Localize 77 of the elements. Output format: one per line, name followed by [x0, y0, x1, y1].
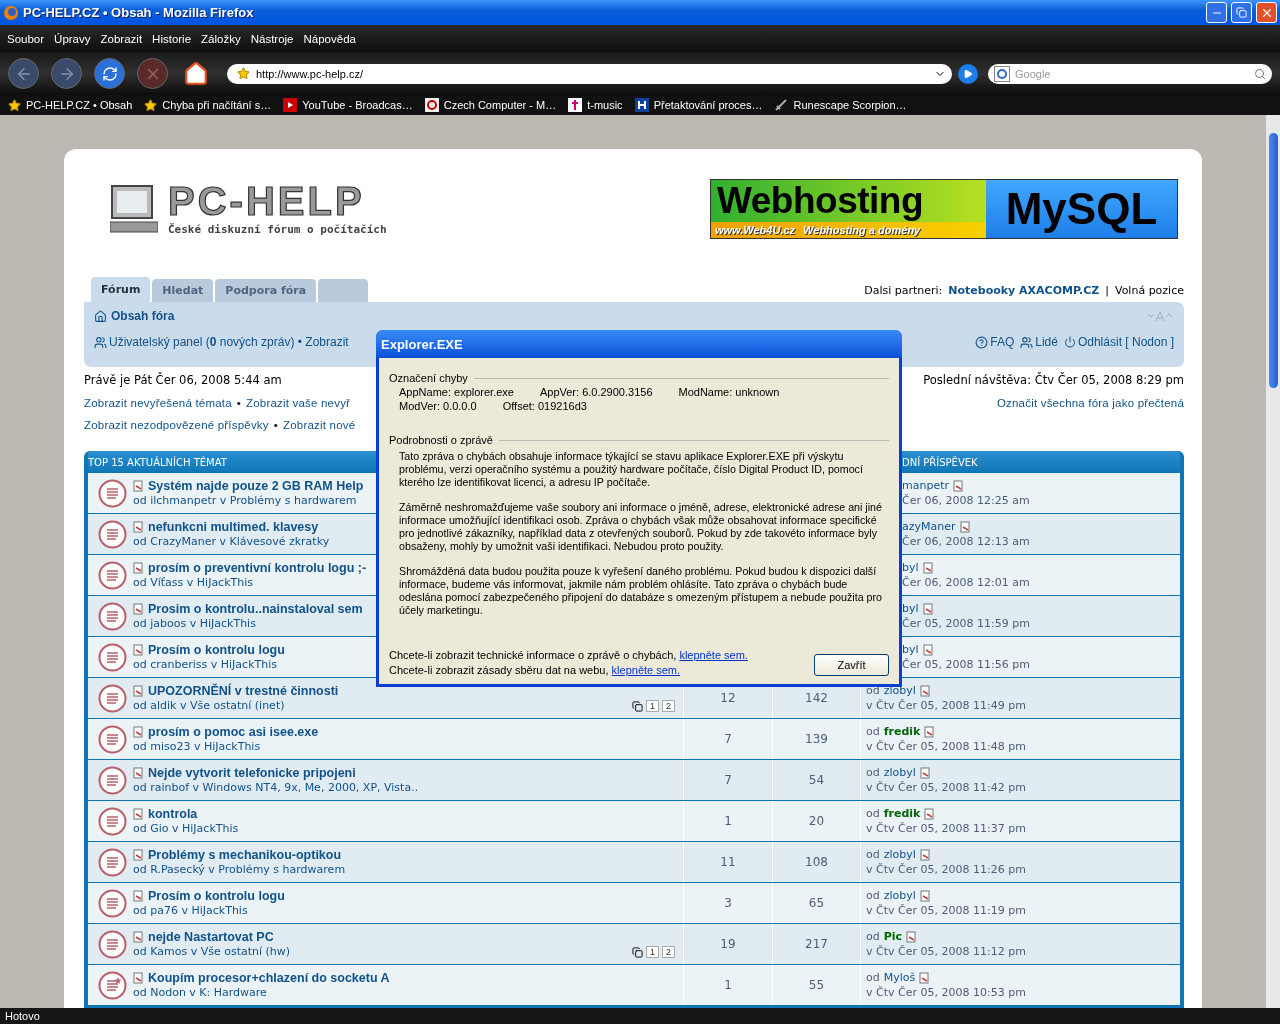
group-title: Podrobnosti o zprávě: [389, 434, 493, 446]
topic-author: od jaboos v HiJackThis: [133, 617, 256, 630]
topic-author: od Kamos v Vše ostatní (hw): [133, 945, 291, 958]
current-time: Právě je Pát Čer 06, 2008 5:44 am: [84, 373, 282, 387]
replies-cell: 19: [684, 924, 773, 964]
replies-cell: 7: [684, 719, 773, 759]
banner-site: www.Web4U.cz: [715, 224, 796, 236]
topic-author: od pa76 v HiJackThis: [133, 904, 248, 917]
group-title: Označení chyby: [389, 372, 468, 384]
dialog-title: Explorer.EXE: [381, 336, 463, 352]
report-paragraph: Shromážděná data budou použita pouze k vyřešení daného problému. Pokud budou k dispozici další informace, budeme vás informovat, jakmile nám problém ohlásíte. Tato zpráva o chybách bude odeslána pomocí zabezpečeného připojení do databáze s omezeným přístupem a nebude použita pro účely marketingu.: [399, 565, 884, 617]
banner-headline: Webhosting: [716, 180, 924, 222]
views-cell: 108: [773, 842, 861, 882]
replies-cell: 3: [684, 883, 773, 923]
topic-author: od ilchmanpetr v Problémy s hardwarem: [133, 494, 357, 507]
by-label: od: [866, 889, 880, 902]
error-field: AppName: explorer.exe: [399, 386, 514, 398]
views-cell: 139: [773, 719, 861, 759]
topic-author: od Nodon v K: Hardware: [133, 986, 267, 999]
by-label: od: [866, 930, 880, 943]
by-label: od: [866, 971, 880, 984]
topic-author: od rainbof v Windows NT4, 9x, Me, 2000, XP, Vista..: [133, 781, 419, 794]
last-post-time: v Čtv Čer 05, 2008 11:26 pm: [866, 863, 1026, 876]
last-post-time: v Čtv Čer 05, 2008 10:53 pm: [866, 986, 1026, 999]
replies-cell: 7: [684, 760, 773, 800]
error-field: ModName: unknown: [678, 386, 780, 398]
separator: |: [1105, 284, 1109, 297]
views-cell: 217: [773, 924, 861, 964]
window-title: PC-HELP.CZ • Obsah - Mozilla Firefox: [23, 5, 255, 20]
separator: •: [236, 397, 241, 409]
views-cell: 54: [773, 760, 861, 800]
error-field: Offset: 019216d3: [502, 400, 587, 412]
info-sentence: Chcete-li zobrazit technické informace o zprávě o chybách, klepněte sem.: [389, 649, 748, 661]
by-label: od: [866, 807, 880, 820]
by-label: od: [866, 725, 880, 738]
tagline: České diskuzní fórum o počítačích: [168, 223, 387, 236]
last-post-time: Čer 05, 2008 11:56 pm: [902, 658, 1030, 671]
banner-product: MySQL: [1005, 184, 1158, 234]
last-post-time: v Čtv Čer 05, 2008 11:42 pm: [866, 781, 1026, 794]
topic-author: od Gio v HiJackThis: [133, 822, 239, 835]
views-cell: 65: [773, 883, 861, 923]
partners-label: Dalsi partneri:: [864, 284, 943, 297]
last-visit: Poslední návštěva: Čtv Čer 05, 2008 8:29 pm: [923, 373, 1184, 387]
by-label: od: [866, 766, 880, 779]
by-label: od: [866, 848, 880, 861]
views-cell: 20: [773, 801, 861, 841]
topic-author: od Víťass v HiJackThis: [133, 576, 254, 589]
views-cell: 55: [773, 965, 861, 1005]
banner-caption: Webhosting a domény: [803, 224, 921, 236]
last-post-time: Čer 05, 2008 11:59 pm: [902, 617, 1030, 630]
topic-author: od aldik v Vše ostatní (inet): [133, 699, 285, 712]
error-field: AppVer: 6.0.2900.3156: [539, 386, 653, 398]
last-post-time: v Čtv Čer 05, 2008 11:48 pm: [866, 740, 1026, 753]
last-post-time: v Čtv Čer 05, 2008 11:12 pm: [866, 945, 1026, 958]
last-post-time: Čer 06, 2008 12:13 am: [902, 535, 1030, 548]
logo-text: PC-HELP: [168, 179, 366, 223]
vacancy-text: Volná pozice: [1114, 284, 1184, 297]
by-label: od: [866, 684, 880, 697]
topic-author: od R.Pasecký v Problémy s hardwarem: [133, 863, 346, 876]
last-post-time: Čer 06, 2008 12:25 am: [902, 494, 1030, 507]
report-paragraph: Tato zpráva o chybách obsahuje informace týkající se stavu aplikace Explorer.EXE při výskytu problému, verzi operačního systému a použitý hardware počítače, číslo Digital Product ID, pomocí kterého lze identifikovat licenci, a adresu IP počítače.: [399, 450, 864, 489]
status-text: Hotovo: [5, 1010, 40, 1022]
info-sentence: Chcete-li zobrazit zásady sběru dat na webu, klepněte sem.: [389, 664, 682, 676]
last-post-time: v Čtv Čer 05, 2008 11:19 pm: [866, 904, 1026, 917]
error-field: ModVer: 0.0.0.0: [399, 400, 477, 412]
replies-cell: 1: [684, 801, 773, 841]
table-header: DNÍ PŘÍSPĚVEK: [902, 456, 978, 468]
topic-author: od cranberiss v HiJackThis: [133, 658, 277, 671]
replies-cell: 1: [684, 965, 773, 1005]
topic-author: od miso23 v HiJackThis: [133, 740, 261, 753]
last-post-time: v Čtv Čer 05, 2008 11:49 pm: [866, 699, 1026, 712]
replies-cell: 11: [684, 842, 773, 882]
last-post-time: v Čtv Čer 05, 2008 11:37 pm: [866, 822, 1026, 835]
separator: •: [273, 419, 278, 431]
topic-author: od CrazyManer v Klávesové zkratky: [133, 535, 330, 548]
last-post-time: Čer 06, 2008 12:01 am: [902, 576, 1030, 589]
table-header: TOP 15 AKTUÁLNÍCH TÉMAT: [88, 456, 227, 468]
